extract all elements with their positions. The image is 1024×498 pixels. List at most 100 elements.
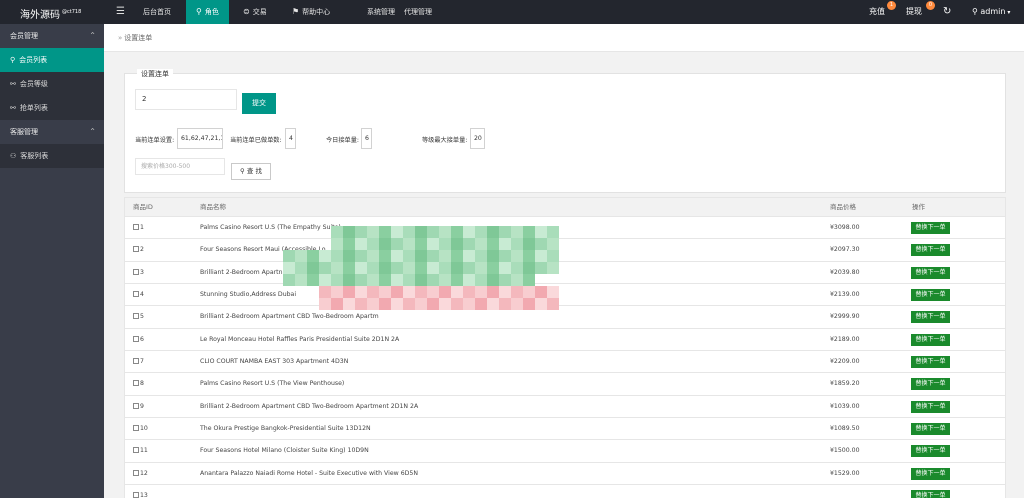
mosaic-block xyxy=(475,226,487,238)
mosaic-block xyxy=(367,274,379,286)
mosaic-block xyxy=(319,274,331,286)
row-checkbox[interactable] xyxy=(133,291,139,298)
sidebar-group-label: 会员管理 xyxy=(10,32,38,40)
sidebar-item-label: 客服列表 xyxy=(20,152,49,160)
sidebar-item-service-list[interactable]: ⚇ 客服列表 xyxy=(0,144,104,168)
mosaic-block xyxy=(367,298,379,310)
mosaic-block xyxy=(343,238,355,250)
nav-agent[interactable]: 代理管理 xyxy=(404,0,432,24)
user-icon: ⚲ xyxy=(196,7,202,16)
mosaic-block xyxy=(487,298,499,310)
sidebar-item-member-level[interactable]: ⚯ 会员等级 xyxy=(0,72,104,96)
breadcrumb-current: 设置连单 xyxy=(124,34,153,42)
row-price: ¥3098.00 xyxy=(830,224,860,231)
replace-next-button[interactable]: 替换下一单 xyxy=(911,423,950,436)
row-name: Brilliant 2-Bedroom Apartment CBD Two-Be… xyxy=(200,402,419,410)
mosaic-block xyxy=(463,298,475,310)
recharge-link[interactable]: 充值 xyxy=(869,0,885,24)
stat-value-today-orders: 6 xyxy=(361,128,372,149)
mosaic-block xyxy=(511,262,523,274)
breadcrumb-separator-icon: » xyxy=(118,34,123,42)
replace-next-button[interactable]: 替换下一单 xyxy=(911,333,950,346)
mosaic-block xyxy=(439,238,451,250)
search-button[interactable]: ⚲ 查 找 xyxy=(231,163,271,180)
replace-next-button[interactable]: 替换下一单 xyxy=(911,289,950,302)
sidebar-group-label: 客服管理 xyxy=(10,128,38,136)
mosaic-block xyxy=(331,226,343,238)
row-checkbox[interactable] xyxy=(133,335,139,342)
replace-next-button[interactable]: 替换下一单 xyxy=(911,311,950,324)
mosaic-block xyxy=(499,298,511,310)
row-id: 5 xyxy=(140,313,144,321)
table-row: 7 CLIO COURT NAMBA EAST 303 Apartment 4D3… xyxy=(125,351,1005,374)
nav-trade[interactable]: ⊜ 交易 xyxy=(243,0,267,24)
replace-next-button[interactable]: 替换下一单 xyxy=(911,490,950,498)
row-checkbox[interactable] xyxy=(133,224,139,230)
user-menu[interactable]: ⚲ admin ▾ xyxy=(972,0,1010,24)
mosaic-block xyxy=(523,274,535,286)
row-id: 12 xyxy=(140,469,148,477)
price-search-input[interactable]: 搜索价格300-500 xyxy=(135,158,225,175)
nav-home-label: 后台首页 xyxy=(143,8,171,16)
recharge-label: 充值 xyxy=(869,7,885,16)
mosaic-block xyxy=(367,238,379,250)
mosaic-block xyxy=(307,274,319,286)
row-price: ¥2209.00 xyxy=(830,358,860,366)
row-price: ¥2189.00 xyxy=(830,335,860,343)
pixelated-mosaic xyxy=(283,226,573,326)
mosaic-block xyxy=(391,238,403,250)
row-checkbox[interactable] xyxy=(133,469,139,476)
row-checkbox[interactable] xyxy=(133,492,139,498)
replace-next-button[interactable]: 替换下一单 xyxy=(911,467,950,480)
row-checkbox[interactable] xyxy=(133,425,139,432)
mosaic-block xyxy=(535,238,547,250)
row-checkbox[interactable] xyxy=(133,380,139,387)
mosaic-block xyxy=(403,238,415,250)
mosaic-block xyxy=(439,298,451,310)
mosaic-block xyxy=(511,250,523,262)
mosaic-block xyxy=(487,274,499,286)
mosaic-block xyxy=(343,298,355,310)
sidebar-item-order-list[interactable]: ⚯ 抢单列表 xyxy=(0,96,104,120)
mosaic-block xyxy=(367,262,379,274)
mosaic-block xyxy=(475,238,487,250)
submit-button[interactable]: 提交 xyxy=(242,93,276,114)
refresh-icon[interactable]: ↻ xyxy=(943,0,951,24)
sidebar-item-label: 会员等级 xyxy=(19,80,48,88)
withdraw-link[interactable]: 提现 xyxy=(906,0,922,24)
sidebar-item-member-list[interactable]: ⚲ 会员列表 xyxy=(0,48,104,72)
mosaic-block xyxy=(451,286,463,298)
stat-value-combo-done: 4 xyxy=(285,128,296,149)
row-checkbox[interactable] xyxy=(133,358,139,365)
replace-next-button[interactable]: 替换下一单 xyxy=(911,266,950,279)
sidebar-group-service[interactable]: 客服管理 ⌃ xyxy=(0,120,104,144)
replace-next-button[interactable]: 替换下一单 xyxy=(911,356,950,369)
row-checkbox[interactable] xyxy=(133,268,139,275)
mosaic-block xyxy=(367,250,379,262)
mosaic-block xyxy=(379,238,391,250)
row-id: 2 xyxy=(140,246,144,254)
nav-help[interactable]: ⚑ 帮助中心 xyxy=(292,0,330,24)
nav-system[interactable]: 系统管理 xyxy=(367,0,395,24)
replace-next-button[interactable]: 替换下一单 xyxy=(911,445,950,458)
row-checkbox[interactable] xyxy=(133,447,139,454)
nav-role[interactable]: ⚲ 角色 xyxy=(186,0,229,24)
row-checkbox[interactable] xyxy=(133,313,139,320)
mosaic-block xyxy=(547,250,559,262)
combo-input[interactable]: 2 xyxy=(135,89,237,110)
replace-next-button[interactable]: 替换下一单 xyxy=(911,378,950,391)
sidebar-group-members[interactable]: 会员管理 ⌃ xyxy=(0,24,104,48)
replace-next-button[interactable]: 替换下一单 xyxy=(911,400,950,413)
search-icon: ⚲ xyxy=(240,167,247,175)
row-id: 1 xyxy=(140,224,144,231)
mosaic-block xyxy=(451,250,463,262)
mosaic-block xyxy=(547,286,559,298)
nav-home[interactable]: 后台首页 xyxy=(143,0,171,24)
row-checkbox[interactable] xyxy=(133,246,139,253)
mosaic-block xyxy=(307,250,319,262)
row-checkbox[interactable] xyxy=(133,402,139,409)
replace-next-button[interactable]: 替换下一单 xyxy=(911,222,950,234)
menu-toggle-icon[interactable]: ☰ xyxy=(116,0,125,24)
replace-next-button[interactable]: 替换下一单 xyxy=(911,244,950,257)
mosaic-block xyxy=(535,226,547,238)
